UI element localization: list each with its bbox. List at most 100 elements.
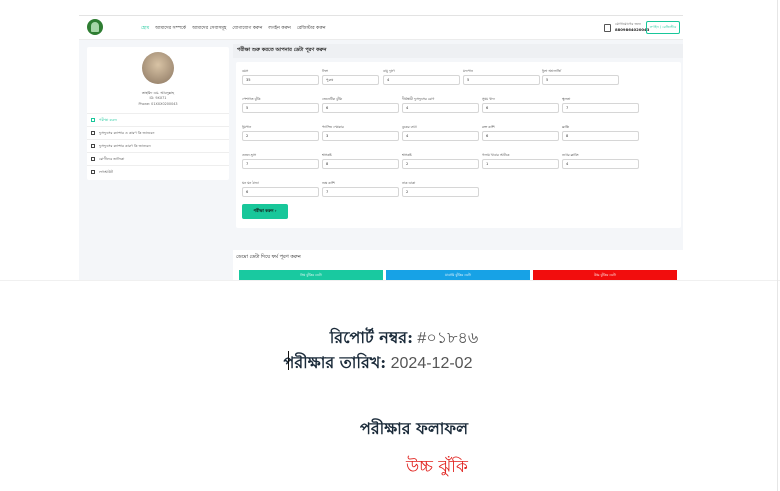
divider	[0, 280, 780, 281]
field-input[interactable]: 2	[242, 131, 319, 141]
form-field: স্থূলতা 7	[562, 97, 639, 113]
field-input[interactable]: 6	[482, 131, 559, 141]
avatar	[142, 52, 174, 84]
form-field: শুষ্ক কাশি 7	[322, 181, 399, 197]
list-icon	[91, 157, 95, 161]
form-field: রক্ত কাশি 6	[482, 125, 559, 141]
gender-select[interactable]: পুরুষ	[322, 75, 379, 85]
form-field: বয়স 35	[242, 69, 319, 85]
logout-icon	[91, 170, 95, 174]
risk-level: উচ্চ ঝুঁকি	[406, 457, 468, 477]
menu-item-patients[interactable]: রোগীদের তালিকা	[87, 152, 229, 165]
login-register-button[interactable]: লগইন / রেজিস্টার	[646, 21, 680, 34]
profile-card: তাহমিদ এম. আবদুল্লাহ ID: 9XX71 Phone: 01…	[87, 47, 229, 180]
field-input[interactable]: 4	[562, 159, 639, 169]
form-field: ধূমপান 2	[242, 125, 319, 141]
nav-services[interactable]: আমাদের সেবাসমূহ	[192, 24, 226, 32]
nav-home[interactable]: হোম	[141, 24, 149, 32]
profile-menu: পরীক্ষা করুন ফুসফুসের ক্যান্সার ও কারণ ক…	[87, 113, 229, 178]
field-input[interactable]: 8	[562, 131, 639, 141]
form-field: সুষম খাদ্য 6	[482, 97, 559, 113]
call-number[interactable]: 8809864020043	[615, 27, 649, 32]
text-cursor	[288, 351, 289, 370]
menu-item-label: লগআউট	[99, 169, 113, 174]
profile-id: ID: 9XX71	[149, 96, 167, 100]
menu-item-label: ফুসফুসের ক্যান্সার ও কারণ কি জানবেন	[99, 130, 155, 135]
field-input[interactable]: 7	[562, 103, 639, 113]
lungs-logo-icon[interactable]	[87, 19, 103, 35]
field-input[interactable]: 7	[242, 159, 319, 169]
page-edge-rule	[777, 0, 778, 491]
field-input[interactable]: 6	[322, 103, 399, 113]
form-field: ধুলা অ্যালার্জি 5	[542, 69, 619, 85]
form-field: ক্লান্তি 8	[562, 125, 639, 141]
field-input[interactable]: 2	[402, 187, 479, 197]
field-input[interactable]: 5	[542, 75, 619, 85]
demo-title: ডেমো ডেটা দিয়ে ফর্ম পূরণ করুন	[236, 254, 301, 260]
test-form: পরীক্ষা করুন › বয়স 35 লিঙ্গ পুরুষ বায়ু দূষ…	[236, 62, 681, 228]
form-title: পরীক্ষা শুরু করতে আপনার ডেটা পূরণ করুন	[237, 47, 327, 53]
call-label: যোগাযোগের জন্য	[615, 22, 641, 26]
test-date-value: 2024-12-02	[386, 355, 473, 372]
field-input[interactable]: 3	[322, 131, 399, 141]
field-input[interactable]: 1	[482, 159, 559, 169]
form-field: নখের ক্লাবিং 4	[562, 153, 639, 169]
form-field: শ্বাসকষ্ট 8	[322, 153, 399, 169]
field-input[interactable]: 4	[402, 131, 479, 141]
menu-item-label: ফুসফুসের ক্যান্সার কারণ কি জানবেন	[99, 143, 151, 148]
form-field: গলায় খাবার আটকে 1	[482, 153, 559, 169]
result-title: পরীক্ষার ফলাফল	[359, 419, 469, 438]
form-field: বুকের ব্যথা 4	[402, 125, 479, 141]
form-field: প্যাসিভ স্মোকার 3	[322, 125, 399, 141]
high-risk-demo-button[interactable]: উচ্চ ঝুঁকির ডেটা	[533, 270, 677, 280]
nav-about[interactable]: আমাদের সম্পর্কে	[155, 24, 186, 32]
form-field: ওজন হ্রাস 7	[242, 153, 319, 169]
field-input[interactable]: 2	[402, 159, 479, 169]
field-input[interactable]: 6	[242, 187, 319, 197]
screenshot-embed: হোম আমাদের সম্পর্কে আমাদের সেবাসমূহ যোগা…	[79, 15, 683, 280]
nav-menu: হোম আমাদের সম্পর্কে আমাদের সেবাসমূহ যোগা…	[141, 24, 326, 32]
form-field: পেশাগত ঝুঁকি 5	[242, 97, 319, 113]
field-input[interactable]: 5	[242, 103, 319, 113]
profile-phone: Phone: 01XXX0200043	[138, 102, 178, 106]
report-number-line: রিপোর্ট নম্বর: #০১৮৪৬	[14, 325, 780, 352]
field-input[interactable]: 4	[402, 103, 479, 113]
form-field: বায়ু দূষণ 4	[383, 69, 460, 85]
call-info: যোগাযোগের জন্য 8809864020043	[615, 22, 649, 32]
nav-register[interactable]: রেজিস্টার করুন	[297, 24, 326, 32]
report-number-label: রিপোর্ট নম্বর:	[329, 328, 413, 347]
phone-icon	[604, 24, 611, 32]
form-field: জেনেটিক ঝুঁকি 6	[322, 97, 399, 113]
form-field: মদ্যপান 5	[463, 69, 540, 85]
form-field: লিঙ্গ পুরুষ	[322, 69, 379, 85]
navbar: হোম আমাদের সম্পর্কে আমাদের সেবাসমূহ যোগা…	[79, 16, 683, 40]
menu-item-label: রোগীদের তালিকা	[99, 156, 125, 161]
test-date-line: পরীক্ষার তারিখ: 2024-12-02	[0, 350, 768, 377]
field-input[interactable]: 8	[322, 159, 399, 169]
info-icon	[91, 131, 95, 135]
low-risk-demo-button[interactable]: নিম্ন ঝুঁকির ডেটা	[239, 270, 383, 280]
test-date-label: পরীক্ষার তারিখ:	[283, 353, 387, 372]
field-input[interactable]: 35	[242, 75, 319, 85]
menu-item-cancer-cause[interactable]: ফুসফুসের ক্যান্সার কারণ কি জানবেন	[87, 139, 229, 152]
field-input[interactable]: 6	[482, 103, 559, 113]
form-field: নাক ডাকা 2	[402, 181, 479, 197]
field-input[interactable]: 4	[383, 75, 460, 85]
field-input[interactable]: 5	[463, 75, 540, 85]
info-icon	[91, 144, 95, 148]
menu-item-cancer-info[interactable]: ফুসফুসের ক্যান্সার ও কারণ কি জানবেন	[87, 126, 229, 139]
menu-item-logout[interactable]: লগআউট	[87, 165, 229, 178]
form-field: শ্বাসকষ্ট 2	[402, 153, 479, 169]
form-field: দীর্ঘস্থায়ী ফুসফুসের রোগ 4	[402, 97, 479, 113]
report-page: হোম আমাদের সম্পর্কে আমাদের সেবাসমূহ যোগা…	[0, 0, 780, 491]
field-input[interactable]: 7	[322, 187, 399, 197]
menu-item-label: পরীক্ষা করুন	[99, 117, 117, 122]
menu-item-test[interactable]: পরীক্ষা করুন	[87, 113, 229, 126]
report-number-value: #০১৮৪৬	[412, 330, 479, 347]
medium-risk-demo-button[interactable]: মাঝারি ঝুঁকির ডেটা	[386, 270, 530, 280]
nav-login[interactable]: লগইন করুন	[268, 24, 291, 32]
submit-test-button[interactable]: পরীক্ষা করুন ›	[242, 204, 288, 219]
form-field: ঘন ঘন ঠান্ডা 6	[242, 181, 319, 197]
nav-contact[interactable]: যোগাযোগ করুন	[232, 24, 262, 32]
test-icon	[91, 118, 95, 122]
